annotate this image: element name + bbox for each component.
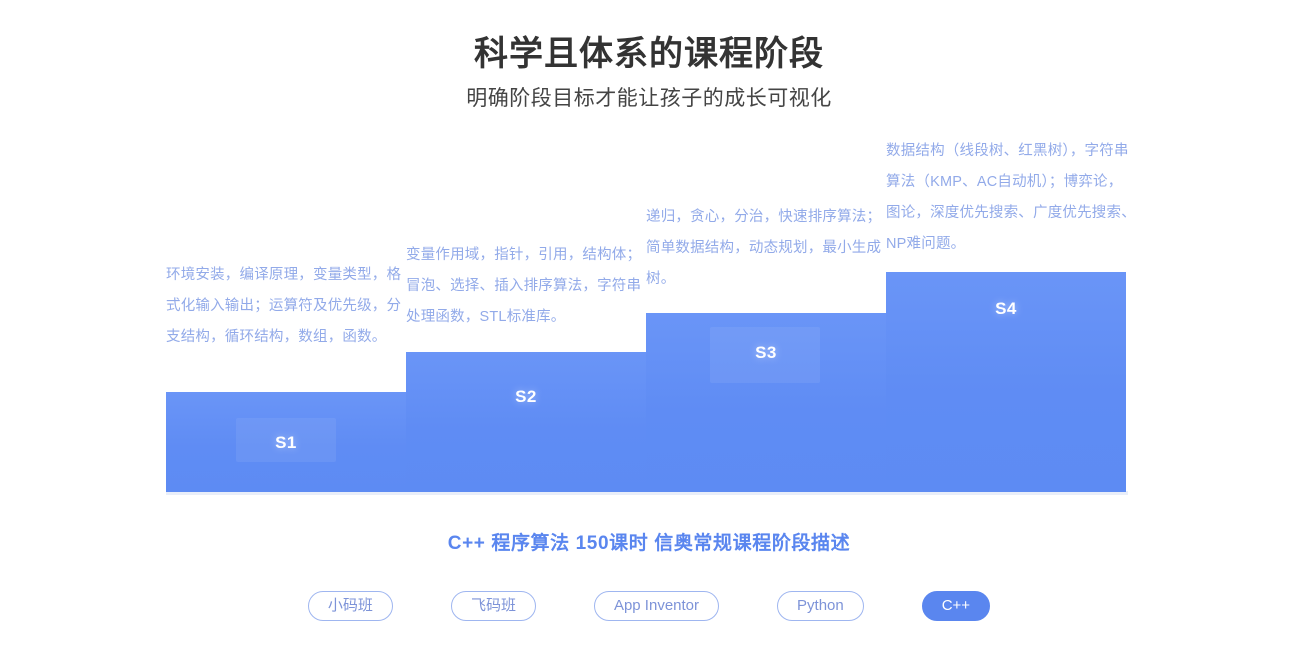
stage-bar-s2[interactable]: S2 (406, 352, 646, 492)
stage-bar-s4[interactable]: S4 (886, 272, 1126, 492)
stage-label-s3: S3 (755, 343, 777, 362)
stage-description-s2: 变量作用域，指针，引用，结构体；冒泡、选择、插入排序算法，字符串处理函数，STL… (406, 247, 642, 325)
stage-label-s1: S1 (275, 433, 297, 452)
tab-xiaomaban[interactable]: 小码班 (307, 591, 393, 621)
stage-column-s3: 递归，贪心，分治，快速排序算法；简单数据结构，动态规划，最小生成树。 S3 (646, 202, 886, 492)
stage-bar-chart: 环境安装，编译原理，变量类型，格式化输入输出；运算符及优先级，分支结构，循环结构… (0, 0, 1298, 510)
stage-bar-s3[interactable]: S3 (646, 313, 886, 492)
stage-column-s2: 变量作用域，指针，引用，结构体；冒泡、选择、插入排序算法，字符串处理函数，STL… (406, 240, 646, 492)
stage-label-s4: S4 (995, 299, 1017, 318)
course-stages-page: 科学且体系的课程阶段 明确阶段目标才能让孩子的成长可视化 环境安装，编译原理，变… (0, 0, 1298, 663)
tab-app-inventor[interactable]: App Inventor (593, 591, 720, 621)
stage-column-s4: 数据结构（线段树、红黑树），字符串算法（KMP、AC自动机）；博弈论，图论，深度… (886, 136, 1136, 492)
chart-caption: C++ 程序算法 150课时 信奥常规课程阶段描述 (447, 533, 851, 554)
stage-column-s1: 环境安装，编译原理，变量类型，格式化输入输出；运算符及优先级，分支结构，循环结构… (166, 260, 406, 492)
stage-description-s1: 环境安装，编译原理，变量类型，格式化输入输出；运算符及优先级，分支结构，循环结构… (166, 267, 402, 345)
tab-cpp[interactable]: C++ (921, 591, 991, 621)
stage-description-s4: 数据结构（线段树、红黑树），字符串算法（KMP、AC自动机）；博弈论，图论，深度… (886, 143, 1136, 252)
stage-bar-s1[interactable]: S1 (166, 392, 406, 492)
course-track-tabs: 小码班 飞码班 App Inventor Python C++ (0, 591, 1298, 621)
tab-python[interactable]: Python (777, 591, 864, 621)
stage-label-s2: S2 (515, 387, 537, 406)
stage-description-s3: 递归，贪心，分治，快速排序算法；简单数据结构，动态规划，最小生成树。 (646, 209, 882, 287)
tab-feimaban[interactable]: 飞码班 (450, 591, 536, 621)
